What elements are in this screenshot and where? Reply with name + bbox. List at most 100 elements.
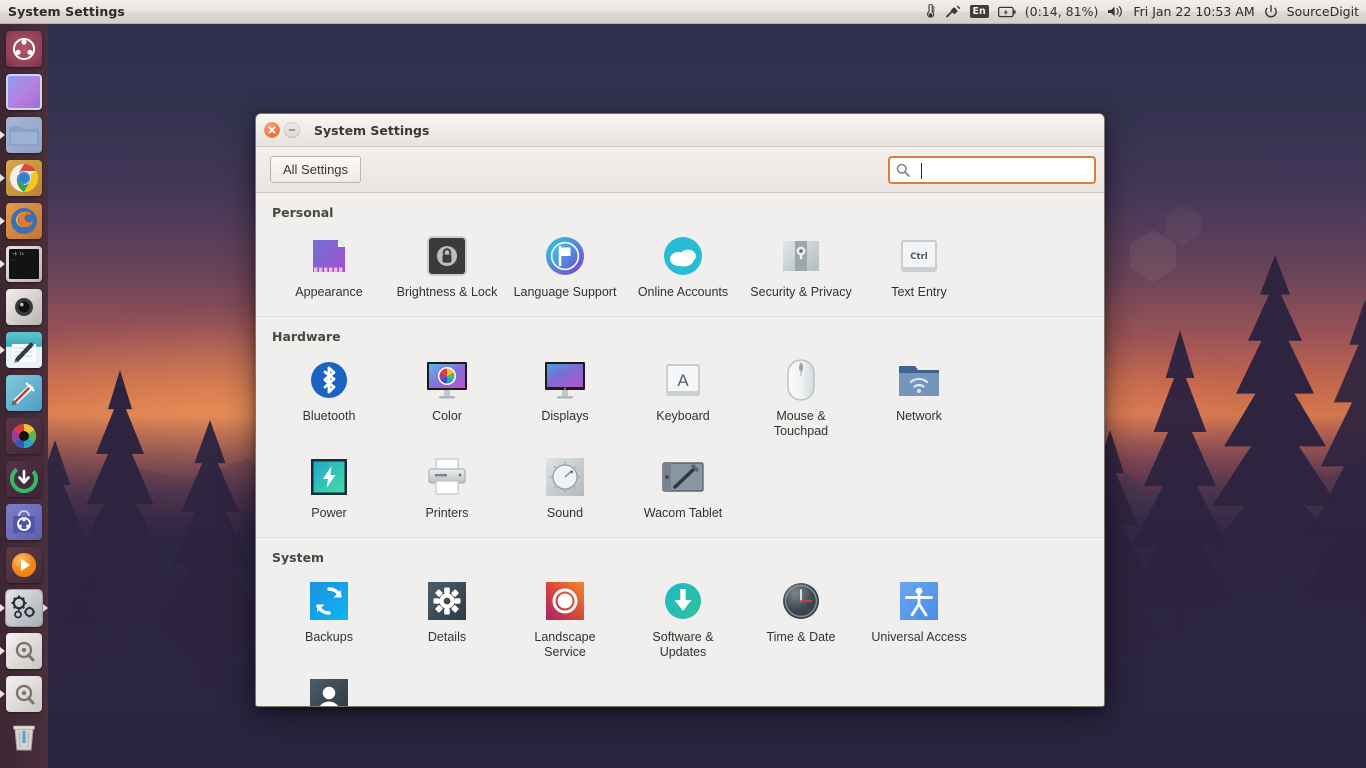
backups-icon — [305, 577, 353, 625]
appearance-icon — [305, 232, 353, 280]
settings-tile-brightness-lock[interactable]: Brightness & Lock — [388, 226, 506, 308]
settings-tile-backups[interactable]: Backups — [270, 571, 388, 668]
lens-flare-hex — [1165, 205, 1201, 245]
settings-tile-sound[interactable]: Sound — [506, 447, 624, 529]
launcher-running-indicator — [0, 216, 5, 225]
bluetooth-icon — [305, 356, 353, 404]
launcher-running-indicator — [0, 173, 5, 182]
settings-tile-time-date[interactable]: Time & Date — [742, 571, 860, 668]
settings-tile-label: Network — [896, 409, 942, 423]
settings-tile-text-entry[interactable]: Ctrl Text Entry — [860, 226, 978, 308]
volume-icon[interactable] — [1107, 5, 1124, 18]
settings-tile-printers[interactable]: Printers — [388, 447, 506, 529]
settings-tile-bluetooth[interactable]: Bluetooth — [270, 350, 388, 447]
universal-access-icon — [895, 577, 943, 625]
online-accounts-icon — [659, 232, 707, 280]
settings-tile-label: Printers — [425, 506, 469, 520]
plug-icon[interactable] — [945, 4, 961, 19]
section-system: System Backups Details Landscape Service… — [256, 537, 1104, 706]
svg-text:A: A — [677, 371, 689, 390]
settings-tile-displays[interactable]: Displays — [506, 350, 624, 447]
launcher-item-google-chrome[interactable] — [0, 156, 48, 199]
settings-tile-label: Text Entry — [891, 285, 947, 299]
panel-clock[interactable]: Fri Jan 22 10:53 AM — [1133, 4, 1254, 19]
launcher-item-trash[interactable] — [0, 715, 48, 758]
battery-status-text[interactable]: (0:14, 81%) — [1025, 4, 1099, 19]
search-icon — [896, 163, 910, 177]
unity-launcher: ~$ ls _ — [0, 24, 48, 768]
launcher-item-software-updater[interactable] — [0, 457, 48, 500]
search-input[interactable] — [916, 162, 1088, 177]
panel-username[interactable]: SourceDigit — [1287, 4, 1359, 19]
settings-tile-security-privacy[interactable]: Security & Privacy — [742, 226, 860, 308]
settings-tile-software-updates[interactable]: Software & Updates — [624, 571, 742, 668]
launcher-running-indicator — [0, 689, 5, 698]
settings-tile-wacom-tablet[interactable]: Wacom Tablet — [624, 447, 742, 529]
settings-tile-power[interactable]: Power — [270, 447, 388, 529]
window-toolbar: All Settings — [256, 147, 1104, 193]
printers-icon — [423, 453, 471, 501]
launcher-item-workspace-switcher[interactable] — [0, 70, 48, 113]
launcher-item-disk-1[interactable] — [0, 629, 48, 672]
launcher-item-notes[interactable] — [0, 328, 48, 371]
settings-tile-label: Backups — [305, 630, 353, 644]
launcher-item-camera[interactable] — [0, 285, 48, 328]
top-panel: System Settings En (0:14, 81%) Fri Jan 2… — [0, 0, 1366, 24]
settings-tile-label: Language Support — [513, 285, 617, 299]
keyboard-icon: A — [659, 356, 707, 404]
section-title: Hardware — [272, 329, 341, 344]
launcher-item-ubuntu-software[interactable] — [0, 500, 48, 543]
wacom-tablet-icon — [659, 453, 707, 501]
settings-tile-label: Wacom Tablet — [643, 506, 723, 520]
launcher-item-ubuntu-dash[interactable] — [0, 27, 48, 70]
text-entry-icon: Ctrl — [895, 232, 943, 280]
launcher-running-indicator — [0, 130, 5, 139]
window-titlebar[interactable]: System Settings — [256, 114, 1104, 147]
settings-tile-label: Displays — [541, 409, 589, 423]
settings-tile-user-accounts[interactable]: User Accounts — [270, 668, 388, 706]
time-date-icon — [777, 577, 825, 625]
all-settings-button[interactable]: All Settings — [270, 156, 362, 183]
text-caret — [921, 162, 922, 179]
launcher-running-indicator — [0, 259, 5, 268]
launcher-item-files[interactable] — [0, 113, 48, 156]
launcher-item-terminal[interactable]: ~$ ls _ — [0, 242, 48, 285]
launcher-active-indicator-left — [0, 603, 5, 612]
panel-app-title[interactable]: System Settings — [0, 4, 125, 19]
settings-tile-details[interactable]: Details — [388, 571, 506, 668]
section-personal: Personal Appearance Brightness & Lock La… — [256, 193, 1104, 308]
launcher-item-color-picker[interactable] — [0, 414, 48, 457]
launcher-item-firefox[interactable] — [0, 199, 48, 242]
settings-tile-universal-access[interactable]: Universal Access — [860, 571, 978, 668]
settings-tile-color[interactable]: Color — [388, 350, 506, 447]
settings-tile-online-accounts[interactable]: Online Accounts — [624, 226, 742, 308]
settings-tile-appearance[interactable]: Appearance — [270, 226, 388, 308]
settings-tile-mouse-touchpad[interactable]: Mouse & Touchpad — [742, 350, 860, 447]
search-field[interactable] — [888, 155, 1096, 184]
settings-tile-label: Online Accounts — [637, 285, 729, 299]
section-title: Personal — [272, 205, 334, 220]
battery-icon[interactable] — [997, 6, 1016, 18]
settings-tile-label: Brightness & Lock — [396, 285, 498, 299]
keyboard-layout-indicator[interactable]: En — [969, 5, 989, 18]
settings-tile-landscape-service[interactable]: Landscape Service — [506, 571, 624, 668]
power-session-icon[interactable] — [1264, 4, 1278, 19]
thermometer-icon[interactable] — [924, 4, 936, 19]
close-icon[interactable] — [264, 122, 280, 138]
settings-tile-keyboard[interactable]: A Keyboard — [624, 350, 742, 447]
section-title: System — [272, 550, 325, 565]
settings-tile-network[interactable]: Network — [860, 350, 978, 447]
launcher-running-indicator — [0, 646, 5, 655]
settings-tile-label: Power — [311, 506, 347, 520]
minimize-icon[interactable] — [284, 122, 300, 138]
color-icon — [423, 356, 471, 404]
launcher-item-disk-2[interactable] — [0, 672, 48, 715]
brightness-lock-icon — [423, 232, 471, 280]
launcher-item-gimp[interactable] — [0, 371, 48, 414]
settings-tile-label: Color — [432, 409, 462, 423]
launcher-item-media-player[interactable] — [0, 543, 48, 586]
system-settings-window: System Settings All Settings Personal Ap… — [255, 113, 1105, 707]
settings-tile-language-support[interactable]: Language Support — [506, 226, 624, 308]
launcher-item-system-settings[interactable] — [0, 586, 48, 629]
settings-tile-label: Bluetooth — [302, 409, 356, 423]
